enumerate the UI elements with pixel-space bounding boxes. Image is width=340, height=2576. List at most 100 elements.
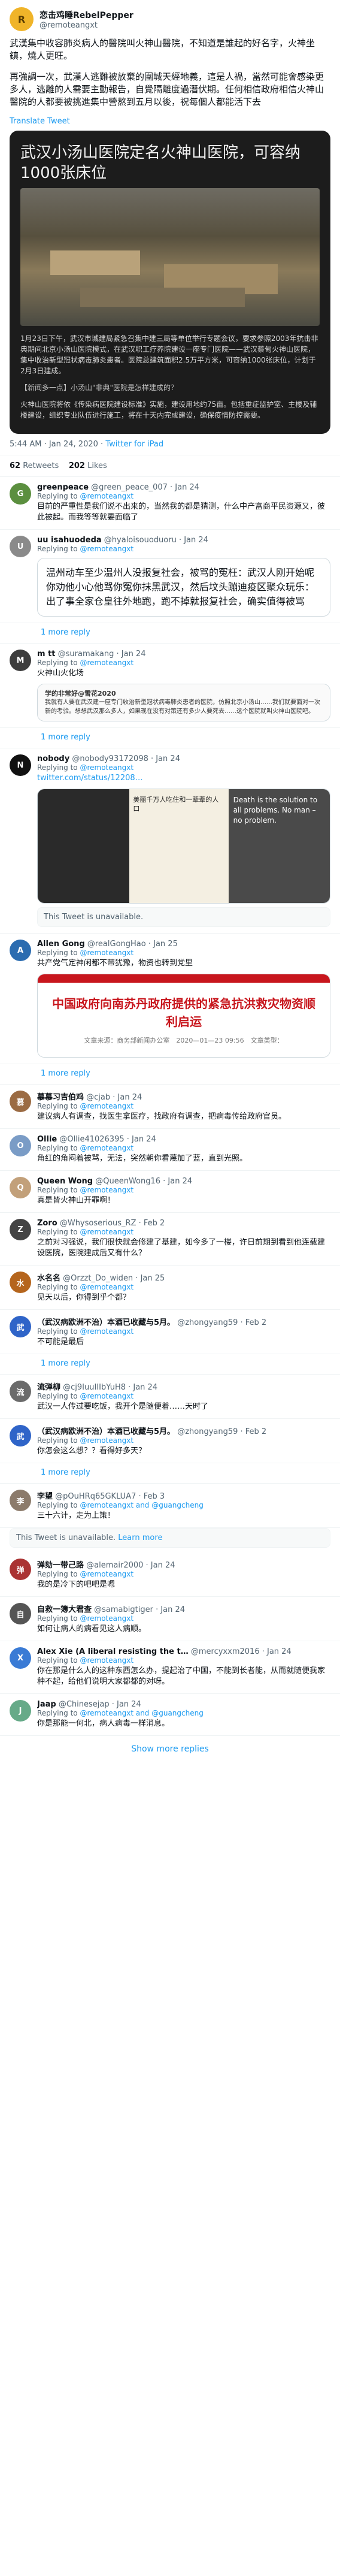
replying-to-handle[interactable]: @remoteangxt (80, 545, 133, 553)
reply-author-name[interactable]: Alex Xie (A liberal resisting the t… (37, 1647, 189, 1656)
replying-to-handle[interactable]: @remoteangxt (80, 1144, 133, 1152)
reply-author-name[interactable]: 流弹柳 (37, 1383, 60, 1392)
more-replies-link[interactable]: 1 more reply (0, 1354, 340, 1375)
avatar[interactable]: 武 (10, 1316, 31, 1337)
avatar[interactable]: G (10, 483, 31, 505)
reply-author-name[interactable]: 水名名 (37, 1274, 60, 1283)
reply-author-name[interactable]: m tt (37, 650, 56, 659)
replying-to-handle[interactable]: @remoteangxt and @guangcheng (80, 1501, 203, 1509)
replying-to-handle[interactable]: @remoteangxt (80, 659, 133, 667)
avatar[interactable]: 水 (10, 1272, 31, 1293)
reply-handle[interactable]: @cj9IuuIIIbYuH8 · Jan 24 (63, 1383, 157, 1392)
reply-handle[interactable]: @realGongHao · Jan 25 (87, 940, 178, 949)
replying-to-handle[interactable]: @remoteangxt (80, 1102, 133, 1110)
reply-tweet[interactable]: Q Queen Wong @QueenWong16 · Jan 24 Reply… (0, 1171, 340, 1213)
replying-to-handle[interactable]: @remoteangxt (80, 949, 133, 957)
reply-author-name[interactable]: Queen Wong (37, 1177, 93, 1186)
reply-tweet[interactable]: N nobody @nobody93172098 · Jan 24 Replyi… (0, 748, 340, 934)
reply-handle[interactable]: @cjab · Jan 24 (86, 1093, 142, 1102)
reply-tweet[interactable]: A Allen Gong @realGongHao · Jan 25 Reply… (0, 934, 340, 1064)
more-replies-link[interactable]: 1 more reply (0, 1463, 340, 1484)
avatar[interactable]: M (10, 650, 31, 671)
reply-handle[interactable]: @Chinesejap · Jan 24 (59, 1700, 141, 1709)
reply-tweet[interactable]: 李 李望 @pOuHRq65GKLUA7 · Feb 3 Replying to… (0, 1484, 340, 1528)
avatar[interactable]: 流 (10, 1381, 31, 1402)
reply-author-name[interactable]: Zoro (37, 1219, 57, 1228)
replying-to-handle[interactable]: @remoteangxt (80, 1656, 133, 1665)
reply-tweet[interactable]: U uu isahuodeda @hyaloisouoduoru · Jan 2… (0, 530, 340, 623)
reply-author-name[interactable]: Ollie (37, 1135, 57, 1144)
reply-handle[interactable]: @samabigtiger · Jan 24 (94, 1605, 185, 1614)
news-screenshot-image[interactable]: 武汉小汤山医院定名火神山医院，可容纳1000张床位 1月23日下午，武汉市城建局… (10, 131, 330, 434)
replying-to-handle[interactable]: @remoteangxt (80, 1228, 133, 1236)
author-name[interactable]: 恋击鸡睡RebelPepper (40, 9, 133, 21)
more-replies-link[interactable]: 1 more reply (0, 728, 340, 748)
replying-to-handle[interactable]: @remoteangxt (80, 1327, 133, 1336)
image-collage[interactable]: 美丽千万人吃住和一辈辈的人口 Death is the solution to … (37, 789, 330, 904)
reply-author-name[interactable]: 慕慕习吉伯鸡 (37, 1093, 84, 1102)
retweet-label[interactable]: Retweets (23, 461, 59, 470)
reply-author-name[interactable]: uu isahuodeda (37, 536, 102, 545)
reply-tweet[interactable]: J Jaap @Chinesejap · Jan 24 Replying to … (0, 1694, 340, 1736)
news-card[interactable]: 中国政府向南苏丹政府提供的紧急抗洪救灾物资顺利启运 文章来源：商务部新闻办公室 … (37, 974, 330, 1058)
reply-author-name[interactable]: 李望 (37, 1492, 53, 1501)
reply-author-name[interactable]: Allen Gong (37, 940, 85, 949)
learn-more-link[interactable]: Learn more (118, 1533, 162, 1542)
reply-handle[interactable]: @alemair2000 · Jan 24 (86, 1561, 175, 1570)
reply-link[interactable]: twitter.com/status/12208… (37, 773, 330, 784)
replying-to-handle[interactable]: @remoteangxt (80, 492, 133, 500)
reply-tweet[interactable]: 自 自救一簿大君查 @samabigtiger · Jan 24 Replyin… (0, 1597, 340, 1641)
tweet-source[interactable]: Twitter for iPad (105, 440, 163, 449)
reply-handle[interactable]: @zhongyang59 · Feb 2 (177, 1427, 266, 1436)
reply-tweet[interactable]: 水 水名名 @Orzzt_Do_widen · Jan 25 Replying … (0, 1266, 340, 1310)
replying-to-handle[interactable]: @remoteangxt (80, 1392, 133, 1400)
like-count[interactable]: 202 (69, 461, 85, 470)
replying-to-handle[interactable]: @remoteangxt and @guangcheng (80, 1709, 203, 1717)
avatar[interactable]: Z (10, 1219, 31, 1240)
reply-tweet[interactable]: G greenpeace @green_peace_007 · Jan 24 R… (0, 477, 340, 530)
reply-handle[interactable]: @zhongyang59 · Feb 2 (177, 1318, 266, 1327)
reply-handle[interactable]: @pOuHRq65GKLUA7 · Feb 3 (55, 1492, 165, 1501)
avatar[interactable]: X (10, 1647, 31, 1669)
reply-tweet[interactable]: 流 流弹柳 @cj9IuuIIIbYuH8 · Jan 24 Replying … (0, 1375, 340, 1419)
reply-tweet[interactable]: 武 （武汉病欧洲不治）本酒已收藏与5月。 @zhongyang59 · Feb … (0, 1310, 340, 1354)
reply-handle[interactable]: @Ollie41026395 · Jan 24 (59, 1135, 156, 1144)
avatar[interactable]: 弹 (10, 1559, 31, 1580)
avatar[interactable]: 慕 (10, 1091, 31, 1112)
reply-tweet[interactable]: M m tt @suramakang · Jan 24 Replying to … (0, 644, 340, 728)
show-more-replies-button[interactable]: Show more replies (0, 1736, 340, 1762)
reply-handle[interactable]: @nobody93172098 · Jan 24 (72, 754, 180, 763)
avatar[interactable]: Q (10, 1177, 31, 1198)
avatar[interactable]: 李 (10, 1490, 31, 1511)
like-label[interactable]: Likes (87, 461, 107, 470)
author-handle[interactable]: @remoteangxt (40, 21, 133, 30)
reply-handle[interactable]: @green_peace_007 · Jan 24 (91, 483, 199, 492)
reply-author-name[interactable]: （武汉病欧洲不治）本酒已收藏与5月。 (37, 1318, 175, 1327)
replying-to-handle[interactable]: @remoteangxt (80, 763, 133, 772)
weibo-screenshot[interactable]: 学的非常好@雪花2020 我就有人要在武汉建一座专门收治新型冠状病毒肺炎患者的医… (37, 684, 330, 721)
reply-tweet[interactable]: 武 （武汉病欧洲不治）本酒已收藏与5月。 @zhongyang59 · Feb … (0, 1419, 340, 1463)
reply-handle[interactable]: @mercyxxm2016 · Jan 24 (191, 1647, 292, 1656)
reply-tweet[interactable]: 弹 弹劾一带己路 @alemair2000 · Jan 24 Replying … (0, 1553, 340, 1597)
avatar[interactable]: 武 (10, 1425, 31, 1446)
reply-author-name[interactable]: （武汉病欧洲不治）本酒已收藏与5月。 (37, 1427, 175, 1436)
reply-handle[interactable]: @Whysoserious_RZ · Feb 2 (60, 1219, 165, 1228)
quoted-text-image[interactable]: 温州动车至少温州人没报复社会，被骂的冤枉：武汉人刚开始呢你劝他小心他骂你冤你抹黑… (37, 558, 330, 617)
reply-tweet[interactable]: X Alex Xie (A liberal resisting the t… @… (0, 1641, 340, 1694)
reply-author-name[interactable]: 自救一簿大君查 (37, 1605, 92, 1614)
retweet-count[interactable]: 62 (10, 461, 20, 470)
tweet-time[interactable]: 5:44 AM · Jan 24, 2020 · (10, 440, 103, 449)
reply-author-name[interactable]: greenpeace (37, 483, 89, 492)
avatar[interactable]: U (10, 536, 31, 557)
reply-handle[interactable]: @Orzzt_Do_widen · Jan 25 (63, 1274, 165, 1283)
reply-tweet[interactable]: Z Zoro @Whysoserious_RZ · Feb 2 Replying… (0, 1213, 340, 1266)
avatar[interactable]: R (10, 7, 34, 31)
replying-to-handle[interactable]: @remoteangxt (80, 1186, 133, 1194)
avatar[interactable]: N (10, 754, 31, 776)
replying-to-handle[interactable]: @remoteangxt (80, 1614, 133, 1623)
reply-author-name[interactable]: 弹劾一带己路 (37, 1561, 84, 1570)
reply-handle[interactable]: @QueenWong16 · Jan 24 (95, 1177, 192, 1186)
reply-author-name[interactable]: nobody (37, 754, 69, 763)
avatar[interactable]: 自 (10, 1603, 31, 1624)
more-replies-link[interactable]: 1 more reply (0, 623, 340, 644)
